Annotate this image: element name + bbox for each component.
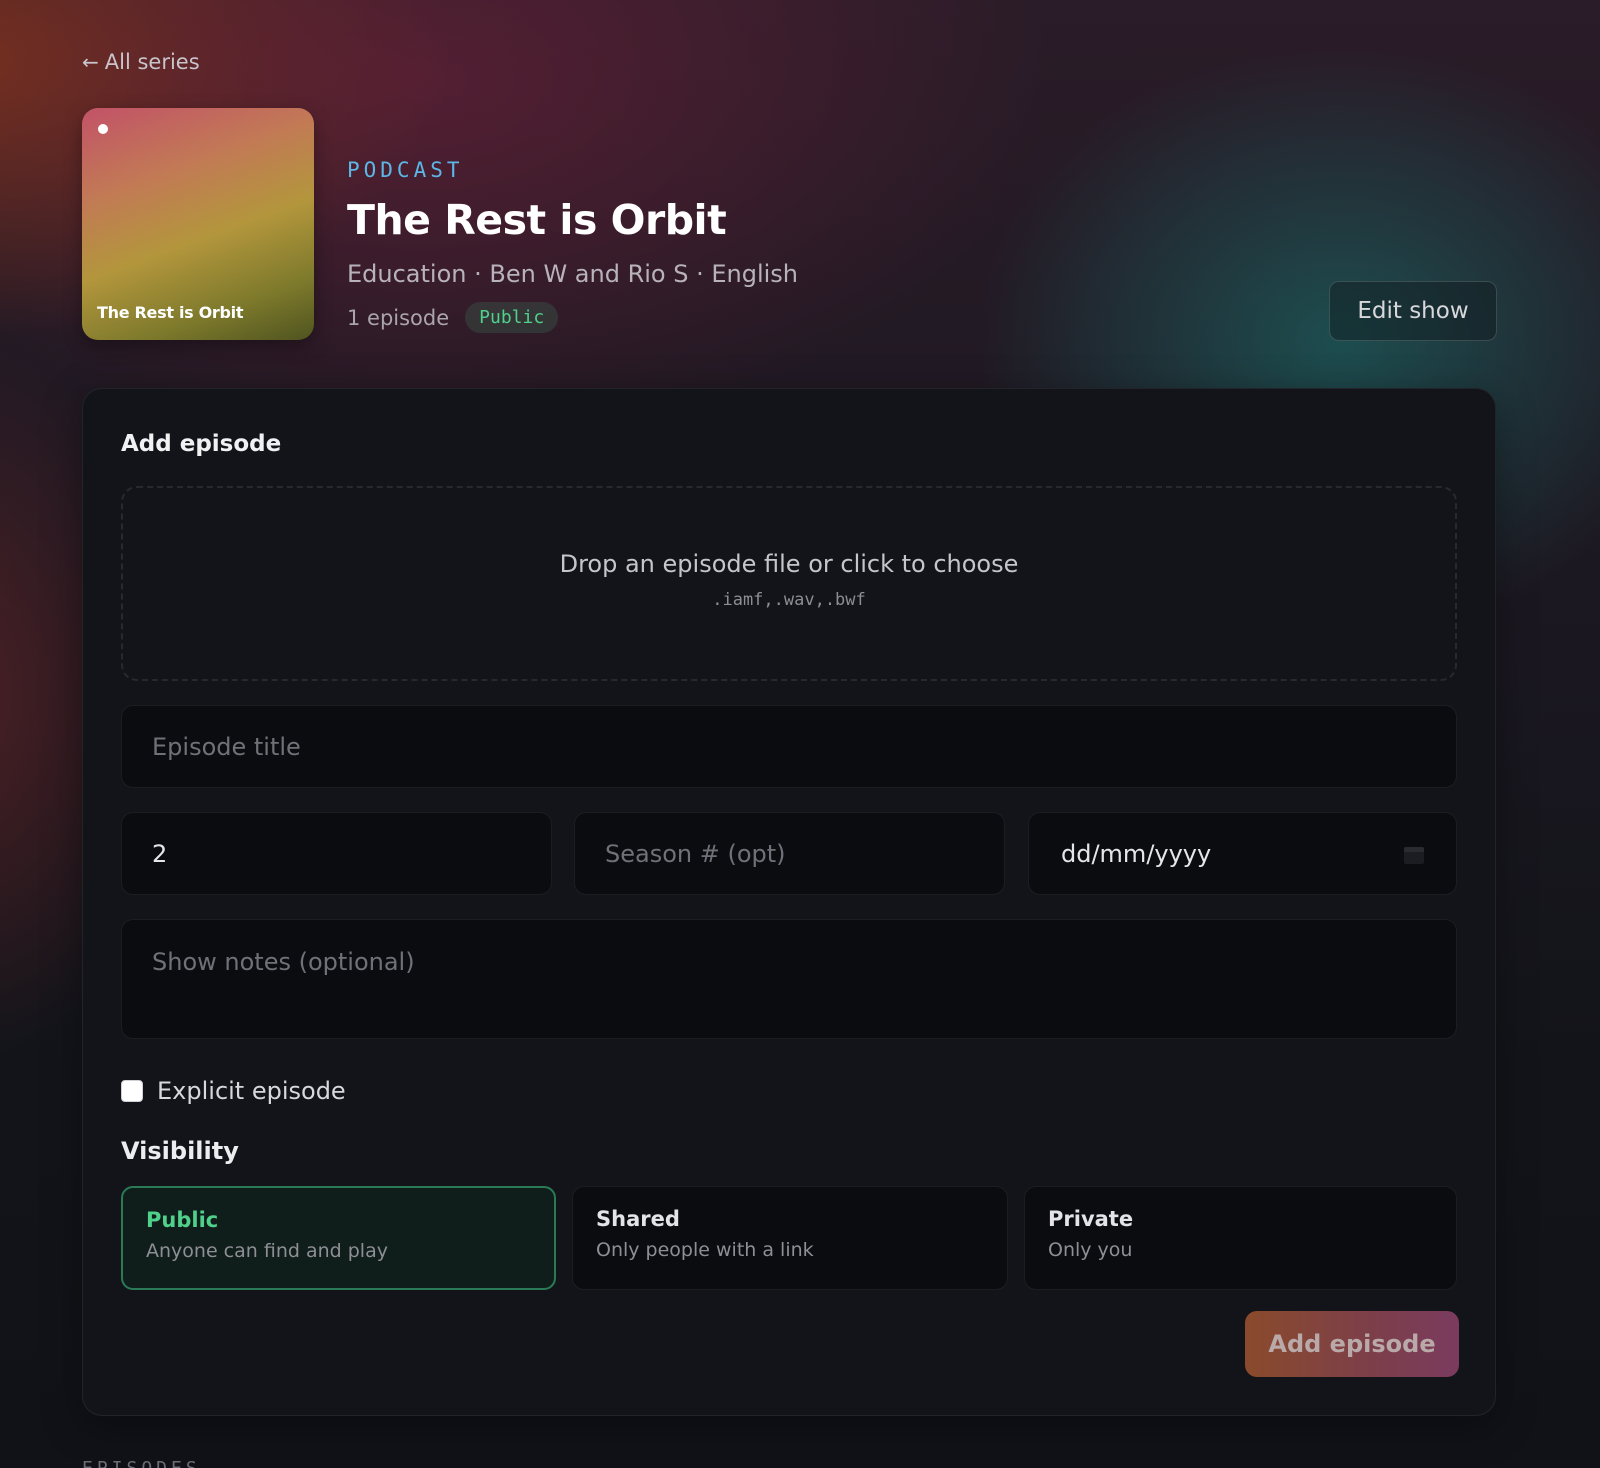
release-date-text: dd/mm/yyyy: [1061, 839, 1212, 868]
show-title: The Rest is Orbit: [347, 196, 727, 244]
edit-show-button[interactable]: Edit show: [1329, 281, 1497, 341]
explicit-episode-row[interactable]: Explicit episode: [121, 1077, 346, 1105]
visibility-option-description: Only you: [1048, 1239, 1133, 1261]
calendar-icon[interactable]: [1404, 844, 1424, 864]
visibility-badge: Public: [465, 302, 559, 333]
episode-file-dropzone[interactable]: Drop an episode file or click to choose …: [121, 486, 1457, 681]
visibility-option-name: Public: [146, 1208, 219, 1232]
visibility-option-description: Only people with a link: [596, 1239, 814, 1261]
show-cover-art: The Rest is Orbit: [82, 108, 314, 340]
visibility-label: Visibility: [121, 1137, 239, 1165]
dropzone-text: Drop an episode file or click to choose: [559, 550, 1019, 578]
add-episode-button[interactable]: Add episode: [1245, 1311, 1459, 1377]
show-subtitle: Education · Ben W and Rio S · English: [347, 260, 799, 288]
episodes-section-heading: EPISODES: [82, 1458, 201, 1468]
show-notes-textarea[interactable]: [121, 919, 1457, 1039]
visibility-option-public[interactable]: Public Anyone can find and play: [121, 1186, 556, 1290]
cover-dot-icon: [98, 124, 108, 134]
episode-count: 1 episode: [347, 305, 450, 330]
season-number-input[interactable]: [574, 812, 1005, 895]
visibility-option-shared[interactable]: Shared Only people with a link: [572, 1186, 1008, 1290]
episode-title-input[interactable]: [121, 705, 1457, 788]
add-episode-card: Add episode Drop an episode file or clic…: [82, 388, 1496, 1416]
page: ← All series The Rest is Orbit PODCAST T…: [0, 0, 1600, 1468]
show-kind-label: PODCAST: [347, 158, 464, 182]
back-link-label: All series: [104, 50, 200, 74]
explicit-label: Explicit episode: [157, 1077, 346, 1105]
add-episode-heading: Add episode: [121, 431, 282, 457]
explicit-checkbox[interactable]: [121, 1080, 143, 1102]
arrow-left-icon: ←: [82, 50, 99, 74]
visibility-option-description: Anyone can find and play: [146, 1240, 388, 1262]
visibility-option-name: Shared: [596, 1207, 680, 1231]
visibility-option-name: Private: [1048, 1207, 1134, 1231]
episode-number-input[interactable]: [121, 812, 552, 895]
dropzone-formats: .iamf,.wav,.bwf: [712, 590, 866, 610]
release-date-input[interactable]: dd/mm/yyyy: [1028, 812, 1457, 895]
cover-title: The Rest is Orbit: [97, 303, 244, 322]
visibility-option-private[interactable]: Private Only you: [1024, 1186, 1457, 1290]
show-stats: 1 episode Public: [347, 302, 798, 333]
show-header: PODCAST The Rest is Orbit Education · Be…: [347, 158, 798, 333]
back-to-all-series-link[interactable]: ← All series: [82, 50, 200, 74]
